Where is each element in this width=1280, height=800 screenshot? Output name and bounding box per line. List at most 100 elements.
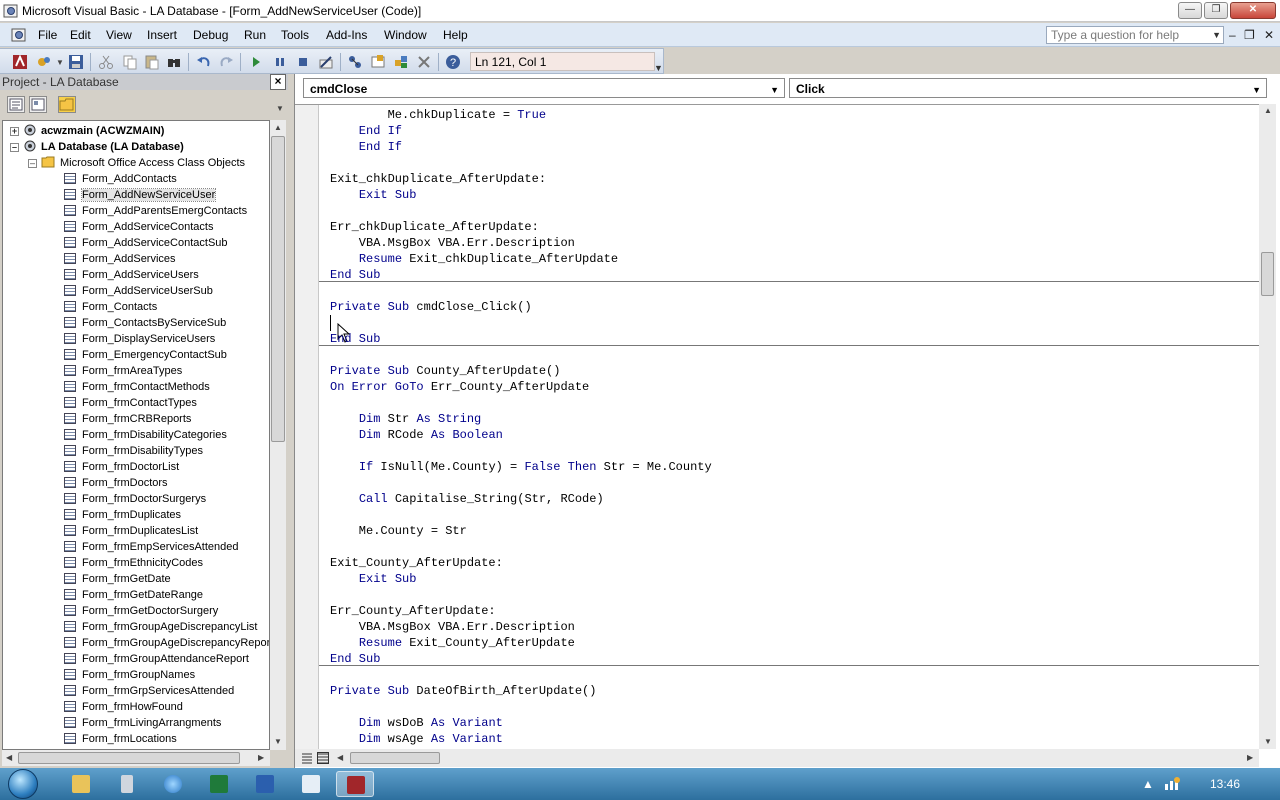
code-line[interactable]: Exit Sub bbox=[330, 187, 417, 203]
code-line[interactable]: End Sub bbox=[330, 331, 380, 347]
scroll-up-icon[interactable]: ▲ bbox=[274, 123, 282, 132]
close-button[interactable]: ✕ bbox=[1230, 2, 1276, 19]
project-close-button[interactable]: × bbox=[270, 74, 286, 90]
cut-icon[interactable] bbox=[98, 54, 114, 70]
tree-item-form[interactable]: Form_frmHowFound bbox=[64, 699, 183, 715]
tree-item-form[interactable]: Form_frmGetDoctorSurgery bbox=[64, 603, 218, 619]
copy-icon[interactable] bbox=[122, 54, 138, 70]
collapse-icon[interactable]: – bbox=[28, 159, 37, 168]
tree-item-form[interactable]: Form_frmDoctorSurgerys bbox=[64, 491, 206, 507]
tree-item-form[interactable]: Form_DisplayServiceUsers bbox=[64, 331, 215, 347]
taskbar-notepad[interactable] bbox=[292, 771, 330, 797]
design-mode-icon[interactable] bbox=[318, 54, 334, 70]
object-browser-icon[interactable] bbox=[393, 54, 409, 70]
tree-item-form[interactable]: Form_frmContactMethods bbox=[64, 379, 210, 395]
insert-module-icon[interactable] bbox=[36, 54, 52, 70]
menu-tools[interactable]: Tools bbox=[281, 28, 309, 42]
code-line[interactable]: VBA.MsgBox VBA.Err.Description bbox=[330, 619, 575, 635]
project-hscroll-thumb[interactable] bbox=[18, 752, 240, 764]
margin-indicator-bar[interactable] bbox=[295, 105, 319, 749]
menu-debug[interactable]: Debug bbox=[193, 28, 228, 42]
menu-view[interactable]: View bbox=[106, 28, 132, 42]
scroll-down-icon[interactable]: ▼ bbox=[274, 737, 282, 746]
menu-help[interactable]: Help bbox=[443, 28, 468, 42]
code-line[interactable]: Err_chkDuplicate_AfterUpdate: bbox=[330, 219, 539, 235]
tree-node-acwzmain[interactable]: + acwzmain (ACWZMAIN) bbox=[10, 123, 164, 139]
restore-button[interactable]: ❐ bbox=[1204, 2, 1228, 19]
mdi-close-button[interactable]: ✕ bbox=[1264, 28, 1274, 42]
tree-item-form[interactable]: Form_EmergencyContactSub bbox=[64, 347, 227, 363]
project-vertical-scrollbar[interactable]: ▲ ▼ bbox=[270, 120, 286, 750]
code-line[interactable]: Dim RCode As Boolean bbox=[330, 427, 503, 443]
toggle-folders-button[interactable] bbox=[58, 96, 76, 113]
tree-item-form[interactable]: Form_AddContacts bbox=[64, 171, 177, 187]
taskbar-explorer[interactable] bbox=[62, 771, 100, 797]
scroll-up-icon[interactable]: ▲ bbox=[1264, 106, 1272, 115]
view-object-button[interactable] bbox=[29, 96, 47, 113]
tree-item-form[interactable]: Form_ContactsByServiceSub bbox=[64, 315, 226, 331]
run-icon[interactable] bbox=[248, 54, 264, 70]
code-line[interactable]: On Error GoTo Err_County_AfterUpdate bbox=[330, 379, 589, 395]
code-vscroll-thumb[interactable] bbox=[1261, 252, 1274, 296]
code-line[interactable]: Call Capitalise_String(Str, RCode) bbox=[330, 491, 604, 507]
menu-insert[interactable]: Insert bbox=[147, 28, 177, 42]
network-icon[interactable] bbox=[1163, 776, 1181, 792]
taskbar-ie[interactable] bbox=[154, 771, 192, 797]
code-line[interactable]: VBA.MsgBox VBA.Err.Description bbox=[330, 235, 575, 251]
tree-item-form[interactable]: Form_frmLocations bbox=[64, 731, 177, 747]
procedure-combo[interactable]: Click ▼ bbox=[789, 78, 1267, 98]
tree-item-form[interactable]: Form_AddNewServiceUser bbox=[64, 187, 217, 203]
full-module-view-icon[interactable] bbox=[317, 752, 329, 764]
code-line[interactable]: Exit_County_AfterUpdate: bbox=[330, 555, 503, 571]
code-line[interactable]: Private Sub County_AfterUpdate() bbox=[330, 363, 560, 379]
tree-item-form[interactable]: Form_frmEmpServicesAttended bbox=[64, 539, 239, 555]
toolbox-icon[interactable] bbox=[416, 54, 432, 70]
mdi-minimize-button[interactable]: – bbox=[1229, 28, 1236, 42]
scroll-down-icon[interactable]: ▼ bbox=[1264, 737, 1272, 746]
project-toolbar-dropdown-icon[interactable]: ▼ bbox=[276, 104, 284, 113]
expand-icon[interactable]: + bbox=[10, 127, 19, 136]
tree-node-la-database[interactable]: – LA Database (LA Database) bbox=[10, 139, 184, 155]
code-line[interactable]: Err_County_AfterUpdate: bbox=[330, 603, 496, 619]
code-line[interactable]: Dim wsAge As Variant bbox=[330, 731, 503, 747]
menu-file[interactable]: File bbox=[38, 28, 57, 42]
view-code-button[interactable] bbox=[7, 96, 25, 113]
undo-icon[interactable] bbox=[196, 54, 212, 70]
tree-item-form[interactable]: Form_frmAreaTypes bbox=[64, 363, 182, 379]
tree-item-form[interactable]: Form_frmEthnicityCodes bbox=[64, 555, 203, 571]
scroll-left-icon[interactable]: ◀ bbox=[337, 753, 343, 762]
code-line[interactable]: Me.County = Str bbox=[330, 523, 467, 539]
menu-run[interactable]: Run bbox=[244, 28, 266, 42]
tree-item-form[interactable]: Form_frmGetDateRange bbox=[64, 587, 203, 603]
tree-item-form[interactable]: Form_frmDisabilityCategories bbox=[64, 427, 227, 443]
code-line[interactable]: End Sub bbox=[330, 651, 380, 667]
menu-add-ins[interactable]: Add-Ins bbox=[326, 28, 367, 42]
reset-icon[interactable] bbox=[295, 54, 311, 70]
menu-window[interactable]: Window bbox=[384, 28, 427, 42]
code-editor[interactable]: Me.chkDuplicate = True End If End If Exit… bbox=[295, 104, 1259, 749]
properties-window-icon[interactable] bbox=[370, 54, 386, 70]
tree-item-form[interactable]: Form_frmCRBReports bbox=[64, 411, 191, 427]
procedure-view-icon[interactable] bbox=[301, 752, 313, 764]
mdi-restore-button[interactable]: ❐ bbox=[1244, 28, 1255, 42]
code-line[interactable]: Resume Exit_County_AfterUpdate bbox=[330, 635, 575, 651]
tree-item-form[interactable]: Form_frmGrpServicesAttended bbox=[64, 683, 234, 699]
code-line[interactable]: Exit_chkDuplicate_AfterUpdate: bbox=[330, 171, 546, 187]
tree-item-form[interactable]: Form_AddServiceUserSub bbox=[64, 283, 213, 299]
system-clock[interactable]: 13:46 bbox=[1210, 777, 1240, 791]
tree-item-form[interactable]: Form_frmGroupAttendanceReport bbox=[64, 651, 249, 667]
help-search-input[interactable]: Type a question for help ▼ bbox=[1046, 26, 1224, 44]
scroll-right-icon[interactable]: ▶ bbox=[1247, 753, 1253, 762]
project-horizontal-scrollbar[interactable]: ◀ ▶ bbox=[2, 750, 270, 766]
object-dropdown-icon[interactable]: ▼ bbox=[770, 85, 779, 95]
code-line[interactable]: Me.chkDuplicate = True bbox=[330, 107, 546, 123]
code-line[interactable]: End If bbox=[330, 123, 402, 139]
toolbar-options-icon[interactable]: ▼ bbox=[654, 63, 663, 73]
insert-dropdown-icon[interactable]: ▼ bbox=[56, 58, 64, 67]
tree-item-form[interactable]: Form_frmDuplicates bbox=[64, 507, 181, 523]
tree-item-form[interactable]: Form_frmGroupAgeDiscrepancyReport bbox=[64, 635, 269, 651]
tree-item-form[interactable]: Form_frmGroupAgeDiscrepancyList bbox=[64, 619, 257, 635]
code-horizontal-scrollbar[interactable]: ◀ ▶ bbox=[295, 749, 1259, 767]
code-line[interactable]: Private Sub cmdClose_Click() bbox=[330, 299, 532, 315]
tree-item-form[interactable]: Form_AddServiceContactSub bbox=[64, 235, 228, 251]
